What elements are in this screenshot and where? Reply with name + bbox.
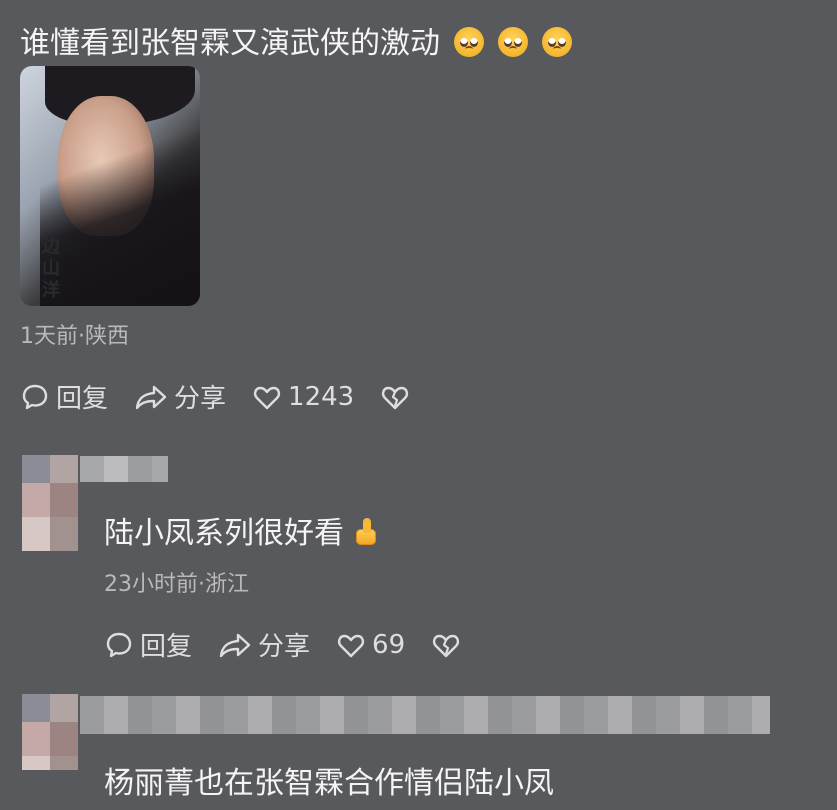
pleading-face-icon (542, 27, 572, 57)
comment-body: 谁懂看到张智霖又演武侠的激动 (20, 26, 440, 61)
dislike-button[interactable] (380, 382, 416, 412)
comment-text: 谁懂看到张智霖又演武侠的激动 (20, 22, 572, 66)
thumbs-up-icon (354, 518, 378, 546)
pleading-face-icon (498, 27, 528, 57)
avatar[interactable] (22, 694, 78, 770)
like-button[interactable]: 1243 (252, 382, 354, 412)
comment-bubble-icon (106, 632, 132, 657)
reply-actions: 回复 分享 69 (104, 626, 493, 663)
pleading-face-icon (454, 27, 484, 57)
like-count: 69 (372, 629, 406, 660)
share-button[interactable]: 分享 (218, 626, 310, 663)
share-label: 分享 (174, 384, 227, 414)
heart-icon (253, 386, 281, 409)
reply-button[interactable]: 回复 (20, 378, 108, 415)
username-blurred[interactable] (80, 696, 770, 734)
broken-heart-icon (433, 634, 460, 657)
comment-actions: 回复 分享 1243 (20, 378, 442, 415)
dislike-button[interactable] (431, 630, 467, 660)
comment-image[interactable]: 边山洋 (20, 66, 200, 306)
reply-label: 回复 (140, 632, 193, 662)
heart-icon (337, 634, 365, 657)
reply-body: 陆小凤系列很好看 (104, 516, 344, 551)
username-blurred[interactable] (80, 456, 168, 482)
comment-meta: 1天前·陕西 (20, 324, 129, 349)
like-button[interactable]: 69 (336, 630, 405, 660)
share-button[interactable]: 分享 (134, 378, 226, 415)
share-arrow-icon (135, 385, 167, 409)
reply-label: 回复 (56, 384, 109, 414)
share-arrow-icon (219, 633, 251, 657)
reply-meta: 23小时前·浙江 (104, 572, 249, 597)
like-count: 1243 (288, 381, 355, 412)
avatar[interactable] (22, 455, 78, 551)
reply-text: 陆小凤系列很好看 (104, 508, 378, 552)
share-label: 分享 (258, 632, 311, 662)
comment-bubble-icon (22, 384, 48, 409)
reply-button[interactable]: 回复 (104, 626, 192, 663)
poster-calligraphy: 边山洋 (42, 236, 60, 301)
reply-text: 杨丽菁也在张智霖合作情侣陆小凤 (104, 766, 554, 801)
broken-heart-icon (382, 386, 409, 409)
